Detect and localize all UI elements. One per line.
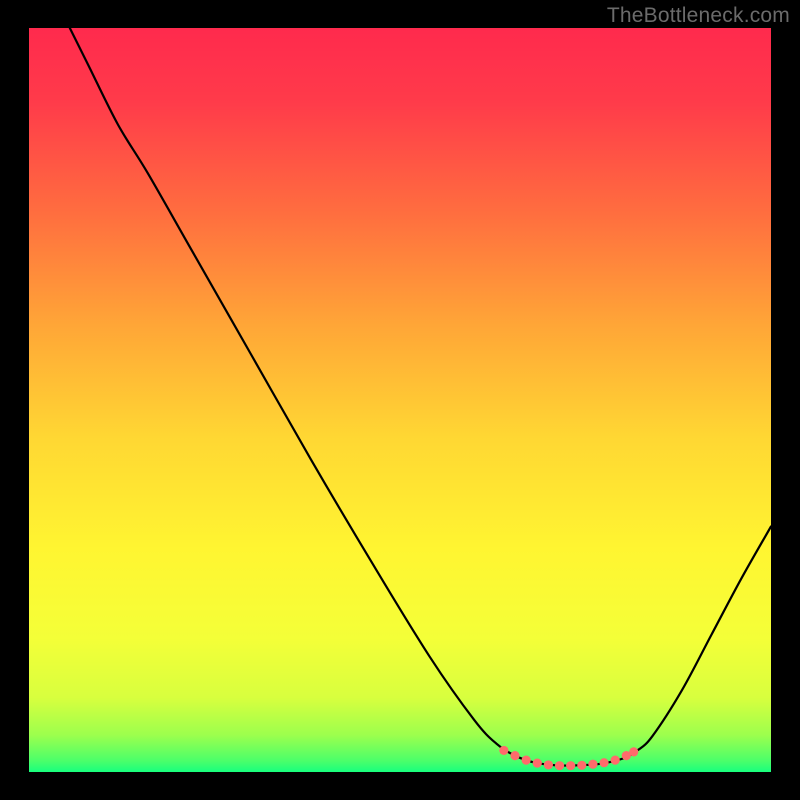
- chart-marker: [577, 761, 586, 770]
- chart-marker: [510, 751, 519, 760]
- chart-marker: [611, 756, 620, 765]
- watermark-text: TheBottleneck.com: [607, 4, 790, 28]
- chart-markers: [29, 28, 771, 772]
- chart-marker: [566, 761, 575, 770]
- chart-plot-area: [29, 28, 771, 772]
- chart-marker: [499, 746, 508, 755]
- chart-marker: [588, 760, 597, 769]
- chart-plot-inner: [29, 28, 771, 772]
- chart-marker: [599, 758, 608, 767]
- chart-marker: [522, 756, 531, 765]
- chart-marker: [533, 758, 542, 767]
- chart-marker: [629, 747, 638, 756]
- chart-marker: [544, 760, 553, 769]
- chart-marker: [555, 761, 564, 770]
